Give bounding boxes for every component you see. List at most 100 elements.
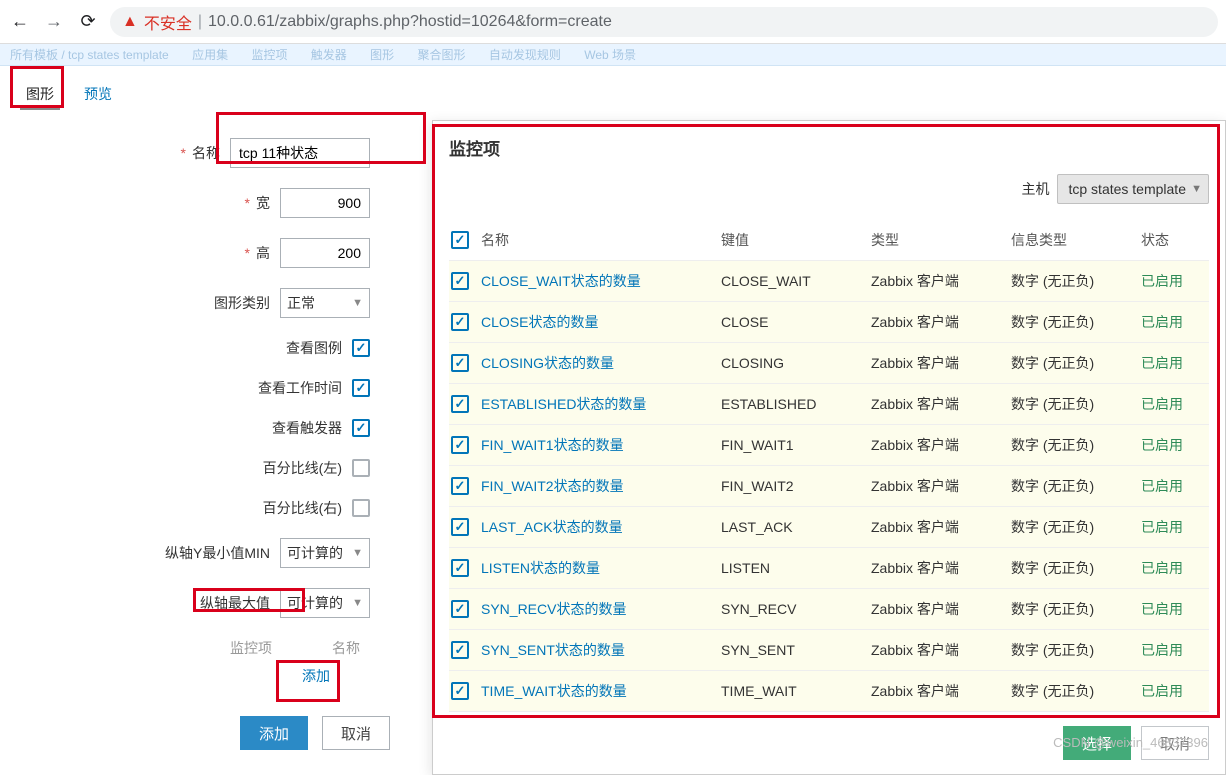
item-name-link[interactable]: SYN_RECV状态的数量	[481, 601, 626, 617]
bc-c[interactable]: 监控项	[251, 48, 287, 62]
caret-down-icon: ▼	[352, 297, 363, 309]
tab-graph[interactable]: 图形	[20, 80, 60, 110]
row-checkbox[interactable]: ✓	[451, 600, 469, 618]
add-item-link[interactable]: 添加	[10, 666, 420, 686]
row-checkbox[interactable]: ✓	[451, 477, 469, 495]
bc-d[interactable]: 触发器	[311, 48, 347, 62]
item-name-link[interactable]: FIN_WAIT1状态的数量	[481, 437, 624, 453]
bc-h[interactable]: Web 场景	[584, 48, 636, 62]
item-name-link[interactable]: TIME_WAIT状态的数量	[481, 683, 627, 699]
item-name-link[interactable]: LAST_ACK状态的数量	[481, 519, 623, 535]
select-button[interactable]: 选择	[1063, 726, 1131, 760]
ymax-value: 可计算的	[287, 593, 343, 613]
height-label: *高	[245, 243, 270, 263]
col-key[interactable]: 键值	[721, 230, 871, 250]
height-input[interactable]	[280, 238, 370, 268]
item-name-link[interactable]: CLOSING状态的数量	[481, 355, 614, 371]
row-name: *名称	[10, 138, 420, 168]
bc-b[interactable]: 应用集	[192, 48, 228, 62]
item-info: 数字 (无正负)	[1011, 640, 1141, 660]
triggers-checkbox[interactable]: ✓	[352, 419, 370, 437]
row-checkbox[interactable]: ✓	[451, 272, 469, 290]
row-checkbox[interactable]: ✓	[451, 641, 469, 659]
item-type: Zabbix 客户端	[871, 681, 1011, 701]
row-checkbox[interactable]: ✓	[451, 518, 469, 536]
bc-e[interactable]: 图形	[370, 48, 394, 62]
bc-f[interactable]: 聚合图形	[418, 48, 466, 62]
item-info: 数字 (无正负)	[1011, 476, 1141, 496]
ymin-select[interactable]: 可计算的 ▼	[280, 538, 370, 568]
forward-icon[interactable]: →	[42, 10, 66, 34]
host-select[interactable]: tcp states template ▼	[1057, 174, 1209, 204]
item-type: Zabbix 客户端	[871, 640, 1011, 660]
table-row: ✓FIN_WAIT1状态的数量FIN_WAIT1Zabbix 客户端数字 (无正…	[449, 425, 1209, 466]
item-status: 已启用	[1141, 476, 1201, 496]
item-status: 已启用	[1141, 353, 1201, 373]
item-name-link[interactable]: CLOSE_WAIT状态的数量	[481, 273, 641, 289]
bc-a[interactable]: 所有模板 / tcp states template	[10, 48, 169, 62]
col-type[interactable]: 类型	[871, 230, 1011, 250]
item-status: 已启用	[1141, 681, 1201, 701]
col-status[interactable]: 状态	[1141, 230, 1201, 250]
table-row: ✓ SYN_SENT状态的数量 SYN_SENTZabbix 客户端数字 (无正负)…	[449, 630, 1209, 671]
row-checkbox[interactable]: ✓	[451, 313, 469, 331]
row-checkbox[interactable]: ✓	[451, 354, 469, 372]
cancel-button[interactable]: 取消	[322, 716, 390, 750]
browser-toolbar: ← → ⟳ ▲ 不安全 | 10.0.0.61/zabbix/graphs.ph…	[0, 0, 1226, 44]
item-key: CLOSE_WAIT	[721, 273, 871, 289]
item-type: Zabbix 客户端	[871, 312, 1011, 332]
item-type: Zabbix 客户端	[871, 558, 1011, 578]
name-input[interactable]	[230, 138, 370, 168]
gtype-select[interactable]: 正常 ▼	[280, 288, 370, 318]
item-name-link[interactable]: LISTEN状态的数量	[481, 560, 600, 576]
item-name-link[interactable]: CLOSE状态的数量	[481, 314, 598, 330]
item-name-link[interactable]: SYN_SENT状态的数量	[481, 642, 625, 658]
item-key: CLOSE	[721, 314, 871, 330]
item-name-link[interactable]: ESTABLISHED状态的数量	[481, 396, 646, 412]
row-ymin: 纵轴Y最小值MIN 可计算的 ▼	[10, 538, 420, 568]
row-checkbox[interactable]: ✓	[451, 436, 469, 454]
legend-checkbox[interactable]: ✓	[352, 339, 370, 357]
item-type: Zabbix 客户端	[871, 271, 1011, 291]
item-info: 数字 (无正负)	[1011, 394, 1141, 414]
select-all-checkbox[interactable]: ✓	[451, 231, 469, 249]
back-icon[interactable]: ←	[8, 10, 32, 34]
add-button[interactable]: 添加	[240, 716, 308, 750]
row-ymax: 纵轴最大值 可计算的 ▼	[10, 588, 420, 618]
ymin-value: 可计算的	[287, 543, 343, 563]
item-name-link[interactable]: FIN_WAIT2状态的数量	[481, 478, 624, 494]
item-key: SYN_RECV	[721, 601, 871, 617]
worktime-checkbox[interactable]: ✓	[352, 379, 370, 397]
gtype-value: 正常	[287, 293, 315, 313]
pct-left-checkbox[interactable]: ✓	[352, 459, 370, 477]
host-filter: 主机 tcp states template ▼	[449, 174, 1209, 204]
pct-right-checkbox[interactable]: ✓	[352, 499, 370, 517]
col-name[interactable]: 名称	[481, 230, 721, 250]
ymax-select[interactable]: 可计算的 ▼	[280, 588, 370, 618]
tab-preview[interactable]: 预览	[78, 80, 118, 110]
unsafe-label: 不安全	[144, 10, 192, 34]
width-input[interactable]	[280, 188, 370, 218]
item-info: 数字 (无正负)	[1011, 353, 1141, 373]
bc-g[interactable]: 自动发现规则	[489, 48, 561, 62]
reload-icon[interactable]: ⟳	[76, 10, 100, 34]
pct-left-label: 百分比线(左)	[263, 458, 342, 478]
item-status: 已启用	[1141, 312, 1201, 332]
address-bar[interactable]: ▲ 不安全 | 10.0.0.61/zabbix/graphs.php?host…	[110, 7, 1218, 37]
ymax-label: 纵轴最大值	[200, 593, 270, 613]
row-checkbox[interactable]: ✓	[451, 682, 469, 700]
col-info[interactable]: 信息类型	[1011, 230, 1141, 250]
gtype-label: 图形类别	[214, 293, 270, 313]
item-type: Zabbix 客户端	[871, 435, 1011, 455]
worktime-label: 查看工作时间	[258, 378, 342, 398]
triggers-label: 查看触发器	[272, 418, 342, 438]
item-type: Zabbix 客户端	[871, 394, 1011, 414]
caret-down-icon: ▼	[352, 597, 363, 609]
item-key: SYN_SENT	[721, 642, 871, 658]
popup-cancel-button[interactable]: 取消	[1141, 726, 1209, 760]
row-checkbox[interactable]: ✓	[451, 395, 469, 413]
row-worktime: 查看工作时间 ✓	[10, 378, 420, 398]
graph-form: *名称 *宽 *高 图形类别 正常 ▼ 查看图例 ✓ 查看工作时间 ✓	[10, 120, 430, 760]
row-triggers: 查看触发器 ✓	[10, 418, 420, 438]
row-checkbox[interactable]: ✓	[451, 559, 469, 577]
